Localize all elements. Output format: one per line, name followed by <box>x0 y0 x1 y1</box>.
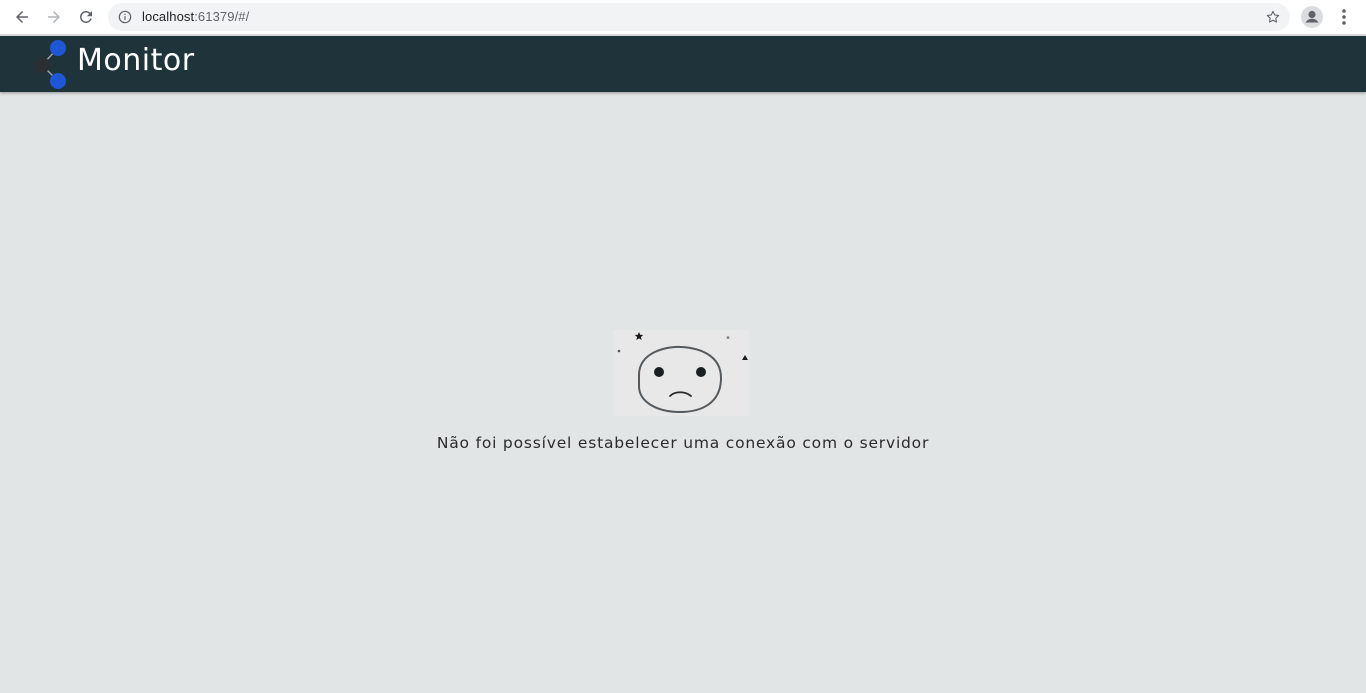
browser-toolbar: localhost:61379/#/ <box>0 0 1366 35</box>
url-host: localhost <box>142 9 195 24</box>
dot-decoration <box>617 349 621 353</box>
app-header: Monitor <box>0 36 1366 92</box>
profile-icon[interactable] <box>1300 5 1324 29</box>
kebab-menu-icon[interactable] <box>1335 5 1353 29</box>
url-path: :61379/#/ <box>194 9 250 24</box>
url-text[interactable]: localhost:61379/#/ <box>142 9 249 24</box>
forward-button[interactable] <box>42 5 66 29</box>
address-bar[interactable]: localhost:61379/#/ <box>108 3 1290 31</box>
app-title: Monitor <box>77 43 195 78</box>
error-message: Não foi possível estabelecer uma conexão… <box>436 434 930 452</box>
sad-face-icon <box>613 330 749 416</box>
info-icon[interactable] <box>118 10 132 24</box>
logo-icon[interactable] <box>30 38 70 90</box>
arrow-back-icon <box>16 11 28 23</box>
reload-button[interactable] <box>74 5 98 29</box>
star-icon[interactable] <box>1265 9 1281 25</box>
main-content: Não foi possível estabelecer uma conexão… <box>0 92 1366 693</box>
back-button[interactable] <box>10 5 34 29</box>
reload-icon <box>79 10 92 23</box>
arrow-forward-icon <box>48 11 60 23</box>
